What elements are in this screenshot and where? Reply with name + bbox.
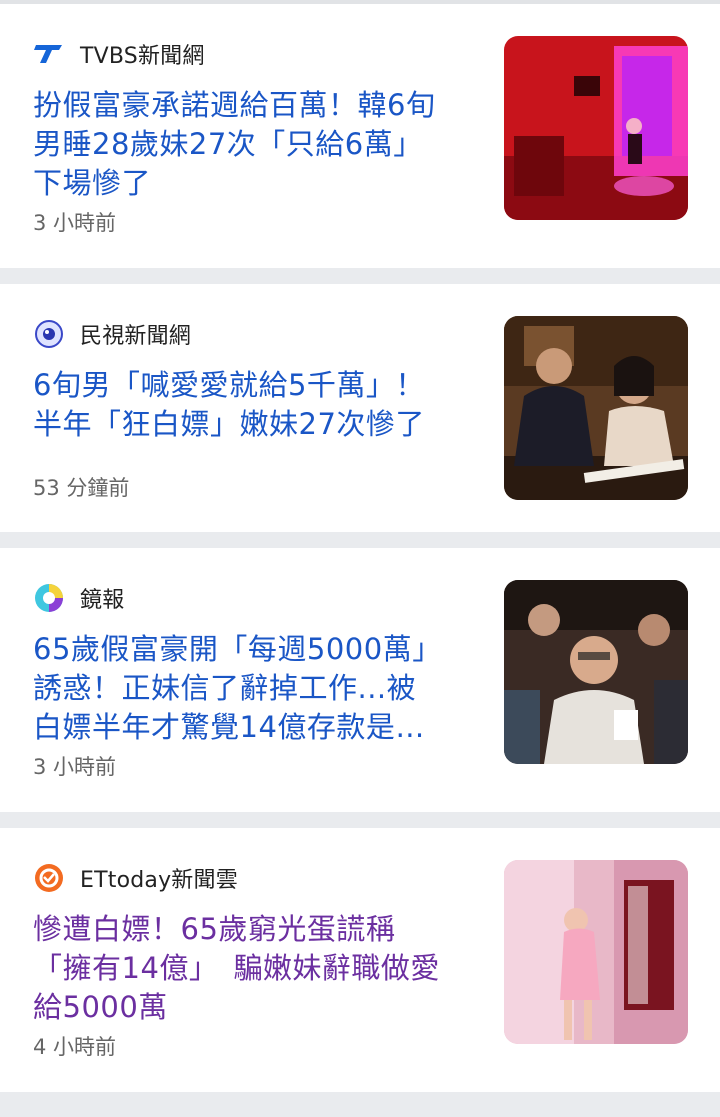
source-row: TVBS新聞網 (34, 38, 205, 70)
headline-line: 扮假富豪承諾週給百萬！韓6旬 (33, 88, 436, 122)
headline-line: 誘惑！正妹信了辭掉工作...被 (33, 671, 417, 705)
source-row: 民視新聞網 (34, 318, 191, 350)
headline-line: 男睡28歲妹27次「只給6萬」 (33, 127, 423, 161)
source-name: ETtoday新聞雲 (80, 868, 238, 893)
source-name: 民視新聞網 (80, 324, 192, 349)
ftv-eye-logo-icon (34, 319, 64, 349)
headline-line: 「擁有14億」 騙嫩妹辭職做愛 (33, 951, 440, 985)
source-row: 鏡報 (34, 582, 124, 614)
headline-line: 慘遭白嫖！65歲窮光蛋謊稱 (33, 912, 396, 946)
headline[interactable]: 65歲假富豪開「每週5000萬」 誘惑！正妹信了辭掉工作...被 白嫖半年才驚覺… (33, 630, 483, 747)
news-card[interactable]: TVBS新聞網 扮假富豪承諾週給百萬！韓6旬 男睡28歲妹27次「只給6萬」 下… (0, 4, 720, 268)
news-card[interactable]: ETtoday新聞雲 慘遭白嫖！65歲窮光蛋謊稱 「擁有14億」 騙嫩妹辭職做愛… (0, 828, 720, 1092)
news-feed: TVBS新聞網 扮假富豪承諾週給百萬！韓6旬 男睡28歲妹27次「只給6萬」 下… (0, 0, 720, 1117)
timestamp: 53 分鐘前 (33, 476, 130, 500)
article-thumbnail[interactable] (504, 36, 688, 220)
headline[interactable]: 扮假富豪承諾週給百萬！韓6旬 男睡28歲妹27次「只給6萬」 下場慘了 (33, 86, 483, 203)
article-thumbnail[interactable] (504, 580, 688, 764)
article-thumbnail[interactable] (504, 860, 688, 1044)
timestamp: 4 小時前 (33, 1035, 117, 1059)
mirror-news-logo-icon (34, 583, 64, 613)
source-name: 鏡報 (80, 588, 125, 613)
source-row: ETtoday新聞雲 (34, 862, 238, 894)
headline-line: 6旬男「喊愛愛就給5千萬」！ (33, 368, 425, 402)
source-name: TVBS新聞網 (80, 44, 205, 69)
headline-line: 半年「狂白嫖」嫩妹27次慘了 (33, 407, 425, 441)
headline[interactable]: 6旬男「喊愛愛就給5千萬」！ 半年「狂白嫖」嫩妹27次慘了 (33, 366, 483, 444)
news-card[interactable]: 民視新聞網 6旬男「喊愛愛就給5千萬」！ 半年「狂白嫖」嫩妹27次慘了 53 分… (0, 284, 720, 532)
tvbs-logo-icon (34, 39, 64, 69)
news-card[interactable]: 鏡報 65歲假富豪開「每週5000萬」 誘惑！正妹信了辭掉工作...被 白嫖半年… (0, 548, 720, 812)
headline-line: 65歲假富豪開「每週5000萬」 (33, 632, 442, 666)
headline-line: 給5000萬 (33, 990, 168, 1024)
timestamp: 3 小時前 (33, 755, 117, 779)
headline[interactable]: 慘遭白嫖！65歲窮光蛋謊稱 「擁有14億」 騙嫩妹辭職做愛 給5000萬 (33, 910, 483, 1027)
headline-line: 白嫖半年才驚覺14億存款是… (33, 710, 425, 744)
ettoday-logo-icon (34, 863, 64, 893)
headline-line: 下場慘了 (33, 166, 152, 200)
article-thumbnail[interactable] (504, 316, 688, 500)
timestamp: 3 小時前 (33, 211, 117, 235)
